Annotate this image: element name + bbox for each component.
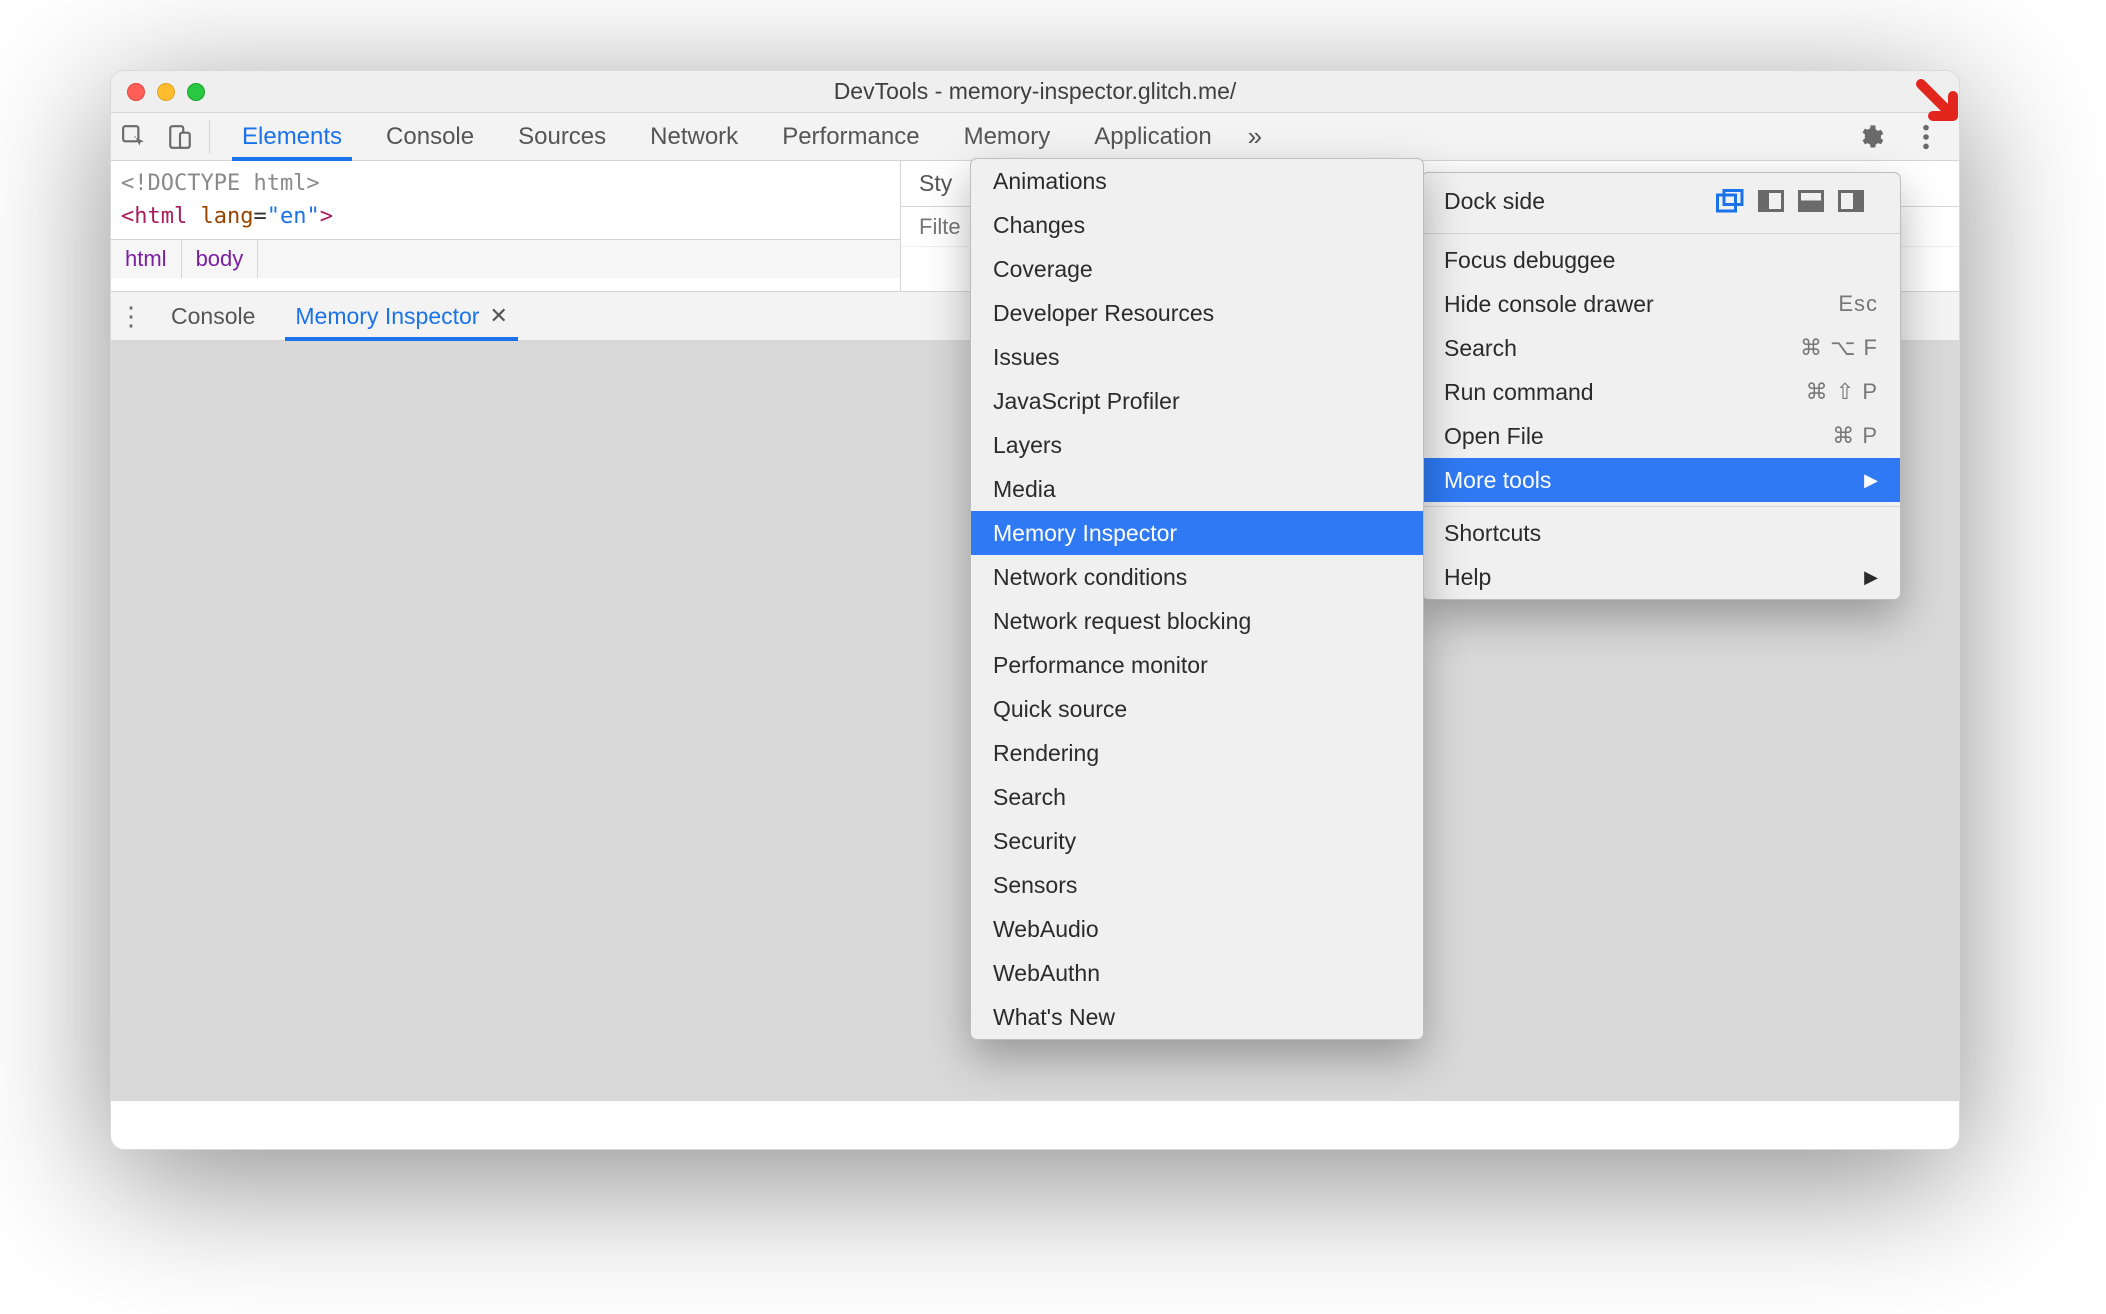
dom-source[interactable]: <!DOCTYPE html> <html lang="en">	[111, 161, 900, 239]
tab-performance[interactable]: Performance	[760, 113, 941, 160]
submenu-item-label: Quick source	[993, 696, 1127, 723]
menu-separator	[1422, 233, 1900, 234]
breadcrumb-item[interactable]: body	[182, 240, 259, 278]
inspect-element-icon[interactable]	[111, 113, 157, 161]
tab-label: Sources	[518, 123, 606, 151]
drawer-tab-label: Console	[171, 303, 255, 330]
submenu-item-label: Memory Inspector	[993, 520, 1177, 547]
tab-memory[interactable]: Memory	[942, 113, 1073, 160]
submenu-item[interactable]: Layers	[971, 423, 1423, 467]
menu-item-search[interactable]: Search⌘ ⌥ F	[1422, 326, 1900, 370]
submenu-item-label: Layers	[993, 432, 1062, 459]
submenu-item[interactable]: Media	[971, 467, 1423, 511]
drawer-tab-memory-inspector[interactable]: Memory Inspector ✕	[275, 292, 528, 340]
submenu-item-label: JavaScript Profiler	[993, 388, 1180, 415]
titlebar: DevTools - memory-inspector.glitch.me/	[111, 71, 1959, 113]
breadcrumb: html body	[111, 239, 900, 278]
submenu-item[interactable]: Quick source	[971, 687, 1423, 731]
menu-item-open-file[interactable]: Open File⌘ P	[1422, 414, 1900, 458]
menu-item-shortcuts[interactable]: Shortcuts	[1422, 511, 1900, 555]
submenu-item-label: WebAuthn	[993, 960, 1100, 987]
tab-label: Performance	[782, 123, 919, 151]
dock-right-icon[interactable]	[1838, 190, 1864, 212]
submenu-item-label: Coverage	[993, 256, 1093, 283]
submenu-item-label: What's New	[993, 1004, 1115, 1031]
submenu-item-label: Search	[993, 784, 1066, 811]
submenu-item[interactable]: Search	[971, 775, 1423, 819]
submenu-item-label: WebAudio	[993, 916, 1099, 943]
dock-side-label: Dock side	[1444, 188, 1545, 215]
menu-item-more-tools[interactable]: More tools▶	[1422, 458, 1900, 502]
breadcrumb-item[interactable]: html	[111, 240, 182, 278]
menu-item-hide-console-drawer[interactable]: Hide console drawerEsc	[1422, 282, 1900, 326]
submenu-item-label: Network conditions	[993, 564, 1187, 591]
tab-label: Console	[386, 123, 474, 151]
kebab-menu: Dock side Focus debuggee Hide console dr…	[1421, 172, 1901, 600]
submenu-item[interactable]: Coverage	[971, 247, 1423, 291]
dock-left-icon[interactable]	[1758, 190, 1784, 212]
tab-network[interactable]: Network	[628, 113, 760, 160]
submenu-item[interactable]: JavaScript Profiler	[971, 379, 1423, 423]
doctype-line: <!DOCTYPE html>	[121, 171, 320, 196]
tab-label: Application	[1094, 123, 1211, 151]
tab-sources[interactable]: Sources	[496, 113, 628, 160]
toolbar-divider	[209, 120, 210, 154]
submenu-item[interactable]: Performance monitor	[971, 643, 1423, 687]
submenu-item[interactable]: WebAuthn	[971, 951, 1423, 995]
submenu-item[interactable]: Rendering	[971, 731, 1423, 775]
close-tab-icon[interactable]: ✕	[489, 303, 507, 329]
dock-bottom-icon[interactable]	[1798, 190, 1824, 212]
chevron-right-icon: ▶	[1834, 470, 1878, 491]
settings-gear-icon[interactable]	[1847, 113, 1893, 161]
submenu-item[interactable]: Developer Resources	[971, 291, 1423, 335]
main-toolbar: Elements Console Sources Network Perform…	[111, 113, 1959, 161]
panel-tabs: Elements Console Sources Network Perform…	[220, 113, 1276, 160]
submenu-item-label: Performance monitor	[993, 652, 1208, 679]
submenu-item-label: Security	[993, 828, 1076, 855]
tab-elements[interactable]: Elements	[220, 113, 364, 160]
drawer-tab-console[interactable]: Console	[151, 292, 275, 340]
device-toolbar-icon[interactable]	[157, 113, 203, 161]
submenu-item[interactable]: Changes	[971, 203, 1423, 247]
filter-label[interactable]: Filte	[919, 214, 961, 240]
drawer-tab-label: Memory Inspector	[295, 303, 479, 330]
menu-item-focus-debuggee[interactable]: Focus debuggee	[1422, 238, 1900, 282]
window-title: DevTools - memory-inspector.glitch.me/	[111, 78, 1959, 105]
tabs-overflow-icon[interactable]: »	[1234, 121, 1276, 152]
annotation-arrow-icon	[1915, 78, 1965, 133]
submenu-item-label: Rendering	[993, 740, 1099, 767]
dock-side-row: Dock side	[1422, 173, 1900, 229]
submenu-item-label: Animations	[993, 168, 1107, 195]
menu-item-help[interactable]: Help▶	[1422, 555, 1900, 599]
submenu-item-label: Issues	[993, 344, 1059, 371]
tab-label: Memory	[964, 123, 1051, 151]
tab-console[interactable]: Console	[364, 113, 496, 160]
submenu-item[interactable]: Issues	[971, 335, 1423, 379]
submenu-item-label: Network request blocking	[993, 608, 1251, 635]
submenu-item[interactable]: What's New	[971, 995, 1423, 1039]
more-tools-submenu: Animations Changes Coverage Developer Resou…	[970, 158, 1424, 1040]
submenu-item-label: Media	[993, 476, 1056, 503]
tab-application[interactable]: Application	[1072, 113, 1233, 160]
submenu-item[interactable]: Sensors	[971, 863, 1423, 907]
drawer-kebab-icon[interactable]: ⋮	[111, 301, 151, 332]
menu-item-run-command[interactable]: Run command⌘ ⇧ P	[1422, 370, 1900, 414]
submenu-item[interactable]: Animations	[971, 159, 1423, 203]
submenu-item[interactable]: Network request blocking	[971, 599, 1423, 643]
tab-label: Network	[650, 123, 738, 151]
menu-separator	[1422, 506, 1900, 507]
dom-tree-pane: <!DOCTYPE html> <html lang="en"> html bo…	[111, 161, 901, 291]
tab-label: Elements	[242, 123, 342, 151]
styles-tab[interactable]: Sty	[919, 170, 952, 197]
submenu-item-label: Sensors	[993, 872, 1077, 899]
submenu-item[interactable]: Network conditions	[971, 555, 1423, 599]
chevron-right-icon: ▶	[1834, 567, 1878, 588]
submenu-item[interactable]: WebAudio	[971, 907, 1423, 951]
submenu-item[interactable]: Memory Inspector	[971, 511, 1423, 555]
dock-side-options	[1716, 189, 1878, 213]
submenu-item[interactable]: Security	[971, 819, 1423, 863]
dock-undock-icon[interactable]	[1716, 189, 1744, 213]
submenu-item-label: Developer Resources	[993, 300, 1214, 327]
submenu-item-label: Changes	[993, 212, 1085, 239]
